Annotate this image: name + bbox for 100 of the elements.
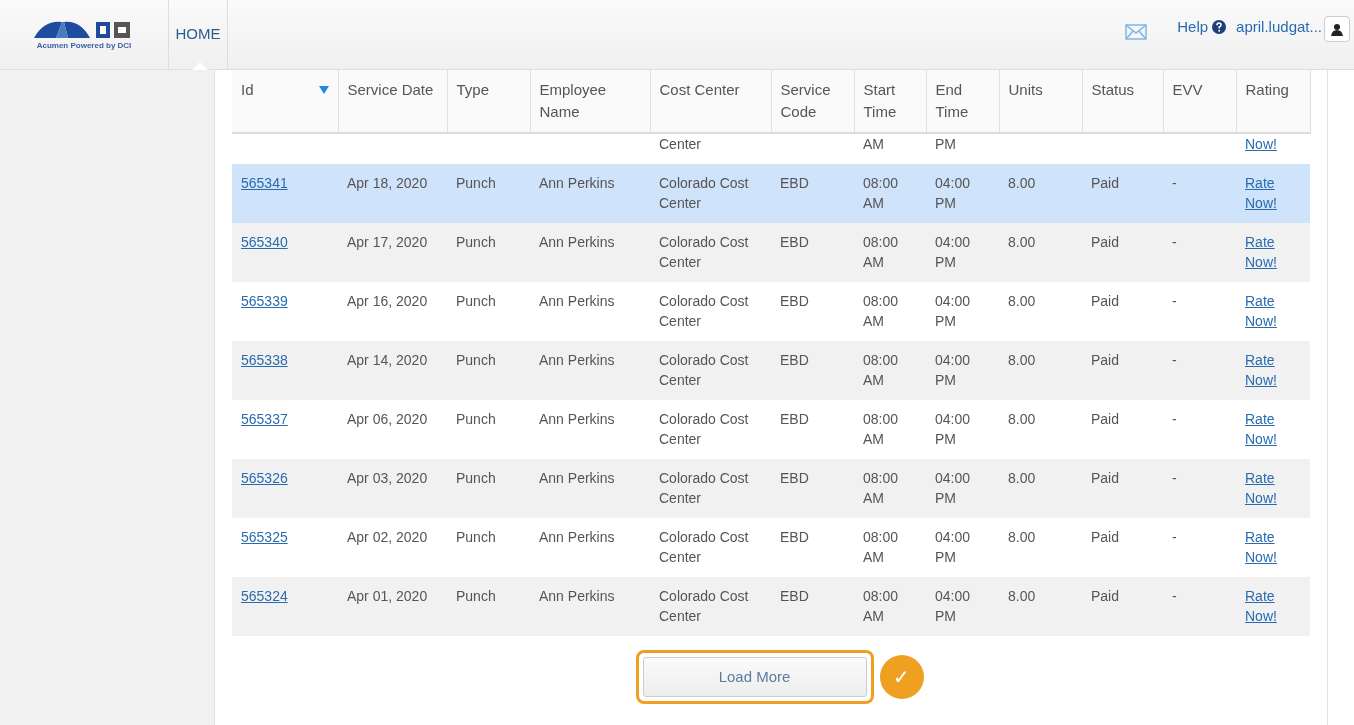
help-icon[interactable]: [1212, 20, 1227, 34]
table-cell: -: [1172, 175, 1177, 191]
table-cell: 04:00 PM: [935, 234, 971, 270]
record-id-link[interactable]: 565325: [241, 527, 288, 547]
person-icon: [1331, 22, 1343, 36]
record-id-link[interactable]: 565337: [241, 409, 288, 429]
table-cell: 8.00: [1008, 352, 1036, 368]
table-cell: -: [1172, 293, 1177, 309]
table-cell: Paid: [1091, 293, 1120, 309]
column-header[interactable]: Cost Center: [650, 70, 771, 133]
table-cell: Punch: [456, 293, 496, 309]
table-cell: EBD: [780, 411, 809, 427]
table-cell: 8.00: [1008, 529, 1036, 545]
help-link[interactable]: Help: [1177, 16, 1209, 39]
column-header[interactable]: Employee Name: [530, 70, 650, 133]
record-id-link[interactable]: 565324: [241, 586, 288, 606]
table-cell: Punch: [456, 175, 496, 191]
column-header[interactable]: Id: [232, 70, 338, 133]
table-cell: 04:00 PM: [935, 175, 971, 211]
table-cell: Punch: [456, 234, 496, 250]
table-cell: -: [1172, 470, 1177, 486]
table-cell: Colorado Cost Center: [659, 588, 749, 624]
table-cell: Colorado Cost Center: [659, 470, 749, 506]
brand-tagline: Acumen Powered by DCI: [36, 39, 132, 52]
table-cell: Punch: [456, 352, 496, 368]
table-cell: 8.00: [1008, 175, 1036, 191]
table-cell: 04:00 PM: [935, 588, 971, 624]
table-cell: 8.00: [1008, 411, 1036, 427]
table-cell: Ann Perkins: [539, 588, 615, 604]
record-id-link[interactable]: 565338: [241, 350, 288, 370]
record-id-link[interactable]: 565339: [241, 291, 288, 311]
table-cell: Punch: [456, 470, 496, 486]
table-cell: Paid: [1091, 529, 1120, 545]
table-cell: Punch: [456, 529, 496, 545]
table-cell: 8.00: [1008, 293, 1036, 309]
table-cell: 08:00 AM: [863, 175, 899, 211]
table-cell: Ann Perkins: [539, 470, 615, 486]
table-cell: -: [1172, 529, 1177, 545]
table-cell: -: [1172, 411, 1177, 427]
table-cell: Colorado Cost Center: [659, 411, 749, 447]
load-more-button[interactable]: Load More: [642, 657, 867, 697]
column-header[interactable]: Status: [1082, 70, 1163, 133]
table-cell: Ann Perkins: [539, 411, 615, 427]
table-cell: Paid: [1091, 175, 1120, 191]
column-header[interactable]: EVV: [1163, 70, 1236, 133]
rate-now-link[interactable]: Rate Now!: [1245, 291, 1301, 331]
column-header[interactable]: Start Time: [854, 70, 926, 133]
column-header[interactable]: Service Date: [338, 70, 447, 133]
user-button[interactable]: [1324, 16, 1350, 42]
column-header[interactable]: Type: [447, 70, 530, 133]
table-cell: Apr 01, 2020: [347, 588, 428, 604]
table-cell: Paid: [1091, 588, 1120, 604]
table-cell: Colorado Cost Center: [659, 234, 749, 270]
table-cell: 04:00 PM: [935, 411, 971, 447]
table-cell: Colorado Cost Center: [659, 352, 749, 388]
column-header[interactable]: Rating: [1236, 70, 1310, 133]
user-name-link[interactable]: april.ludgat...: [1236, 16, 1322, 39]
table-cell: 04:00 PM: [935, 470, 971, 506]
table-cell: Paid: [1091, 352, 1120, 368]
table-cell: EBD: [780, 293, 809, 309]
table-cell: Center: [659, 136, 702, 152]
record-id-link[interactable]: 565326: [241, 468, 288, 488]
sort-arrow-icon[interactable]: [318, 86, 329, 94]
table-cell: EBD: [780, 175, 809, 191]
rate-now-link[interactable]: Rate Now!: [1245, 527, 1301, 567]
table-cell: 8.00: [1008, 588, 1036, 604]
table-cell: 8.00: [1008, 234, 1036, 250]
table-cell: AM: [863, 136, 884, 152]
table-cell: 04:00 PM: [935, 529, 971, 565]
table-cell: -: [1172, 588, 1177, 604]
rate-now-link[interactable]: Now!: [1245, 134, 1277, 154]
table-cell: Apr 02, 2020: [347, 529, 428, 545]
table-cell: 08:00 AM: [863, 470, 899, 506]
table-cell: Paid: [1091, 411, 1120, 427]
table-cell: 04:00 PM: [935, 293, 971, 329]
table-cell: 08:00 AM: [863, 234, 899, 270]
table-cell: Apr 16, 2020: [347, 293, 428, 309]
table-cell: 08:00 AM: [863, 411, 899, 447]
table-cell: Apr 14, 2020: [347, 352, 428, 368]
check-badge: ✓: [879, 655, 924, 699]
table-cell: EBD: [780, 352, 809, 368]
table-cell: Ann Perkins: [539, 352, 615, 368]
table-cell: 08:00 AM: [863, 529, 899, 565]
column-header[interactable]: Service Code: [771, 70, 854, 133]
table-cell: Punch: [456, 411, 496, 427]
table-cell: 08:00 AM: [863, 293, 899, 329]
table-cell: 08:00 AM: [863, 588, 899, 624]
table-cell: Colorado Cost Center: [659, 529, 749, 565]
column-header[interactable]: Units: [999, 70, 1082, 133]
column-header[interactable]: End Time: [926, 70, 999, 133]
rate-now-link[interactable]: Rate Now!: [1245, 409, 1301, 449]
nav-tab[interactable]: HOME: [168, 0, 228, 69]
table-cell: Ann Perkins: [539, 175, 615, 191]
table-cell: Apr 17, 2020: [347, 234, 428, 250]
table-cell: Ann Perkins: [539, 529, 615, 545]
table-cell: Paid: [1091, 234, 1120, 250]
table-cell: 8.00: [1008, 470, 1036, 486]
record-id-link[interactable]: 565340: [241, 232, 288, 252]
table-cell: EBD: [780, 234, 809, 250]
record-id-link[interactable]: 565341: [241, 173, 288, 193]
